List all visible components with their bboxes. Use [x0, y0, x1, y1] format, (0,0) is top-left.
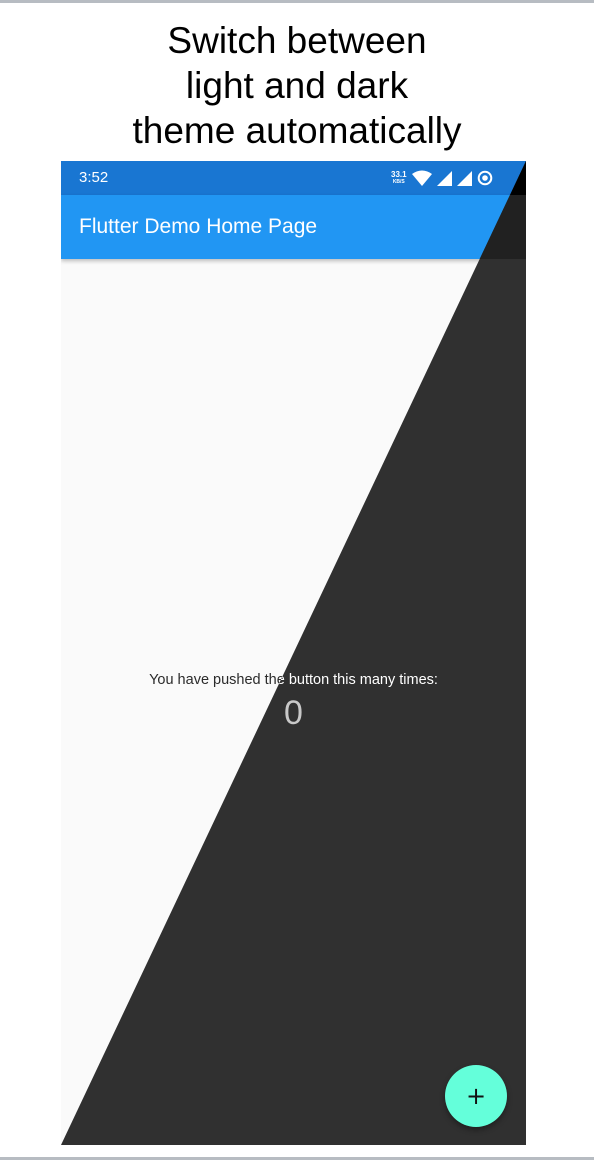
app-bar-title: Flutter Demo Home Page	[79, 215, 318, 238]
caption-line-3: theme automatically	[132, 110, 462, 151]
top-divider	[0, 0, 594, 3]
battery-saver-icon	[477, 170, 492, 186]
caption-line-2: light and dark	[185, 65, 409, 106]
plus-icon: +	[465, 1082, 487, 1110]
net-speed-value: 33.1	[391, 170, 407, 179]
cell-signal-icon	[456, 170, 472, 186]
page: Switch between light and dark theme auto…	[0, 0, 594, 1160]
caption-line-1: Switch between	[167, 20, 427, 61]
cell-signal-icon	[436, 170, 452, 186]
caption-heading: Switch between light and dark theme auto…	[0, 18, 594, 153]
status-time: 3:52	[79, 169, 109, 186]
net-speed-indicator: 33.1 KB/S	[391, 170, 407, 186]
wifi-icon	[411, 170, 432, 186]
status-icons: 33.1 KB/S	[391, 166, 493, 190]
net-speed-unit: KB/S	[392, 179, 405, 185]
increment-fab-button[interactable]: +	[445, 1065, 507, 1127]
phone-screen: You have pushed the button this many tim…	[61, 161, 526, 1145]
dark-theme-overlay: You have pushed the button this many tim…	[61, 161, 526, 1145]
